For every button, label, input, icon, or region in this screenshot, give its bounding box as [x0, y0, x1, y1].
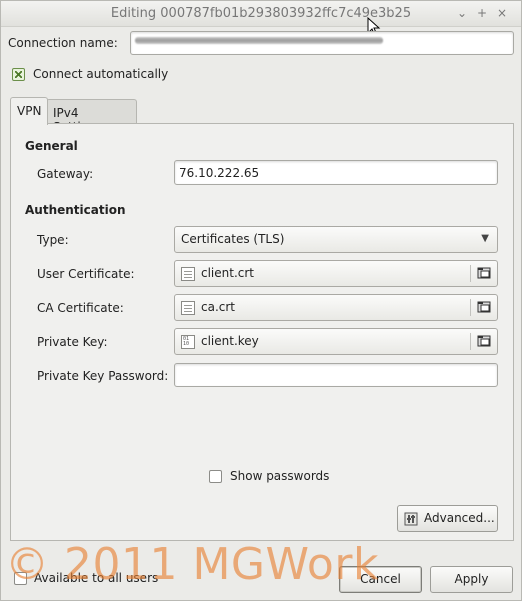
connect-automatically-label[interactable]: Connect automatically — [33, 67, 168, 81]
chooser-separator — [470, 333, 471, 350]
copyright-watermark: © 2011 MGWork — [5, 539, 379, 590]
apply-button[interactable]: Apply — [430, 566, 513, 593]
tab-vpn[interactable]: VPN — [10, 97, 48, 125]
gateway-label: Gateway: — [37, 167, 94, 181]
type-label: Type: — [37, 233, 69, 247]
redacted-connection-name — [135, 37, 383, 44]
private-key-password-label: Private Key Password: — [37, 369, 169, 383]
authentication-section-title: Authentication — [25, 203, 126, 217]
folder-open-icon — [477, 301, 491, 313]
private-key-chooser[interactable]: 01 10 client.key — [174, 328, 498, 355]
advanced-button-label: Advanced... — [424, 511, 495, 525]
folder-open-icon — [477, 335, 491, 347]
ca-certificate-label: CA Certificate: — [37, 301, 124, 315]
user-certificate-chooser[interactable]: client.crt — [174, 260, 498, 287]
type-combobox-value: Certificates (TLS) — [181, 232, 285, 246]
folder-open-icon — [477, 267, 491, 279]
tab-ipv4-settings[interactable]: IPv4 Settings — [46, 99, 137, 134]
user-certificate-label: User Certificate: — [37, 267, 135, 281]
connection-editor-window: Editing 000787fb01b293803932ffc7c49e3b25… — [0, 0, 522, 601]
private-key-value: client.key — [201, 334, 259, 348]
connection-name-label: Connection name: — [8, 36, 118, 50]
user-certificate-value: client.crt — [201, 266, 255, 280]
type-combobox[interactable]: Certificates (TLS) ▼ — [174, 226, 498, 253]
connect-automatically-checkbox[interactable] — [12, 68, 25, 81]
general-section-title: General — [25, 139, 78, 153]
binary-file-icon: 01 10 — [181, 335, 195, 349]
show-passwords-label[interactable]: Show passwords — [230, 469, 329, 483]
private-key-password-input[interactable] — [174, 363, 498, 387]
window-title: Editing 000787fb01b293803932ffc7c49e3b25 — [110, 6, 412, 21]
gateway-input[interactable]: 76.10.222.65 — [174, 160, 498, 185]
ca-certificate-chooser[interactable]: ca.crt — [174, 294, 498, 321]
private-key-label: Private Key: — [37, 335, 108, 349]
show-passwords-checkbox[interactable] — [209, 470, 222, 483]
maximize-icon[interactable]: + — [475, 6, 489, 20]
certificate-file-icon — [181, 267, 195, 281]
settings-icon — [404, 512, 418, 526]
chooser-separator — [470, 265, 471, 282]
dropdown-arrow-icon: ▼ — [481, 233, 489, 244]
connection-name-input[interactable] — [130, 31, 514, 55]
ca-certificate-value: ca.crt — [201, 300, 236, 314]
close-icon[interactable]: × — [495, 6, 509, 20]
chooser-separator — [470, 299, 471, 316]
minimize-icon[interactable]: ⌄ — [455, 6, 469, 20]
title-bar[interactable]: Editing 000787fb01b293803932ffc7c49e3b25… — [1, 1, 521, 27]
certificate-file-icon — [181, 301, 195, 315]
advanced-button[interactable]: Advanced... — [397, 505, 498, 532]
